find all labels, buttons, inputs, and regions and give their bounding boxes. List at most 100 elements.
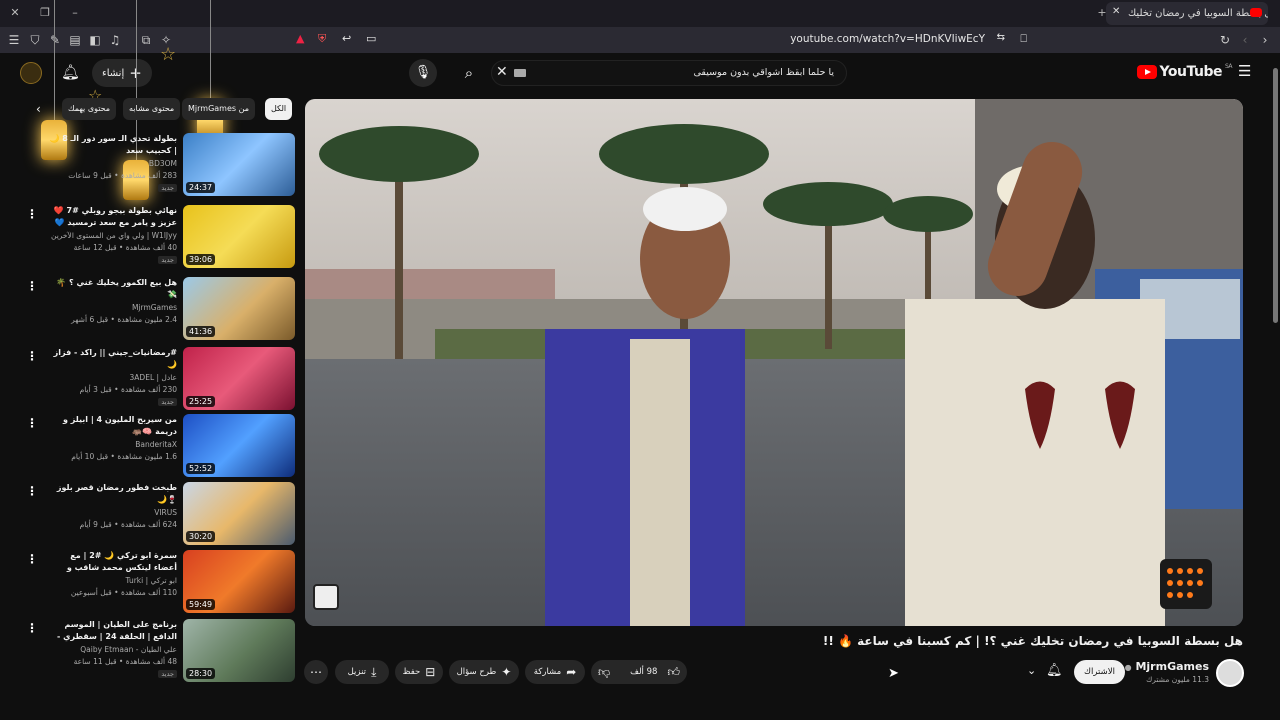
video-thumbnail[interactable]: 52:52 — [183, 414, 295, 477]
subscription-bell-icon[interactable]: 🔔︎ — [1046, 663, 1063, 678]
video-thumbnail[interactable]: 39:06 — [183, 205, 295, 268]
channel-watermark-icon[interactable] — [313, 584, 339, 610]
video-thumbnail[interactable]: 41:36 — [183, 277, 295, 340]
more-options-icon[interactable]: ⋮ — [26, 279, 38, 293]
channel-name[interactable]: VIRUS — [47, 508, 177, 517]
channel-name[interactable]: MjrmGames — [47, 303, 177, 312]
video-title[interactable]: #رمضانيات_جيني || راكد - فزاز 🌙 — [47, 347, 177, 371]
youtube-logo[interactable]: YouTube SA — [1136, 63, 1233, 80]
search-icon[interactable]: ⌕ — [455, 59, 483, 87]
video-title[interactable]: برنامج على الطيان | الموسم الدافع | الحل… — [47, 619, 177, 643]
ask-question-button[interactable]: ✦ طرح سؤال — [449, 660, 519, 684]
share-label: مشاركة — [533, 667, 562, 677]
close-window-icon[interactable]: ✕ — [8, 6, 22, 20]
bookmark-icon[interactable]: ⎕ — [1020, 32, 1027, 46]
site-settings-icon[interactable]: ⇆ — [997, 32, 1005, 43]
menu-icon[interactable]: ☰ — [6, 32, 22, 48]
list-item[interactable]: 24:37 بطولة تحدي الـ سور دور الـ 8 🌙 | ك… — [40, 133, 295, 197]
video-thumbnail[interactable]: 59:49 — [183, 550, 295, 613]
video-thumbnail[interactable]: 25:25 — [183, 347, 295, 410]
chip-related[interactable]: محتوى يهمك — [62, 98, 117, 120]
chips-left-arrow-icon[interactable]: ‹ — [36, 102, 41, 116]
share-page-icon[interactable]: ↩ — [342, 32, 351, 45]
video-title[interactable]: هل بيع الكمور يخليك غني ؟ 🌴💸 — [47, 277, 177, 301]
more-options-icon[interactable]: ⋮ — [26, 416, 38, 430]
video-title[interactable]: سمرة ابو تركي 🌙 #2 | مع أعضاء ليتكس محمد… — [47, 550, 177, 574]
list-item[interactable]: ⋮ 41:36 هل بيع الكمور يخليك غني ؟ 🌴💸 Mjr… — [26, 277, 295, 341]
shield-icon[interactable]: ⛉ — [27, 32, 43, 48]
video-frame — [305, 99, 1243, 626]
tabs-icon[interactable]: ▤ — [67, 32, 83, 48]
address-bar[interactable]: ▲ ⛨ ↩ ▭ youtube.com/watch?v=HDnKVIiwEcY … — [290, 30, 1035, 50]
cast-icon[interactable]: ▭ — [366, 32, 376, 45]
account-avatar[interactable] — [20, 62, 42, 84]
music-icon[interactable]: ♫ — [107, 32, 123, 48]
reload-icon[interactable]: ↻ — [1217, 32, 1233, 48]
hamburger-menu-icon[interactable]: ☰ — [1238, 62, 1251, 80]
back-icon[interactable]: › — [1257, 32, 1273, 48]
subscribe-button[interactable]: الاشتراك — [1074, 660, 1125, 684]
browser-tab-bar: ✕ ❐ – + هل بسطة السوبيا في رمضان تخليك ✕ — [0, 0, 1280, 27]
channel-name[interactable]: BD3OM — [47, 159, 177, 168]
forward-icon[interactable]: ‹ — [1237, 32, 1253, 48]
more-options-icon[interactable]: ⋮ — [26, 484, 38, 498]
new-badge: جديد — [158, 398, 177, 406]
new-badge: جديد — [158, 670, 177, 678]
channel-name[interactable]: علي الطيان - Qaiby Etmaan — [47, 645, 177, 654]
list-item[interactable]: ⋮ 28:30 برنامج على الطيان | الموسم الداف… — [26, 619, 295, 683]
keyboard-icon[interactable] — [514, 69, 526, 77]
dislike-icon[interactable]: 👎︎ — [598, 665, 610, 680]
video-title[interactable]: طبخت فطور رمضان قصر بلوز 🍷🌙 — [47, 482, 177, 506]
video-thumbnail[interactable]: 28:30 — [183, 619, 295, 682]
channel-name[interactable]: ● MjrmGames — [1125, 660, 1209, 673]
scrollbar-thumb[interactable] — [1273, 68, 1278, 323]
more-actions-icon[interactable]: ⋯ — [304, 660, 328, 684]
list-item[interactable]: ⋮ 39:06 نهائي بطولة بيجو روبلي #7 ❤️ عزي… — [26, 205, 295, 269]
list-item[interactable]: ⋮ 30:20 طبخت فطور رمضان قصر بلوز 🍷🌙 VIRU… — [26, 482, 295, 546]
more-options-icon[interactable]: ⋮ — [26, 349, 38, 363]
video-thumbnail[interactable]: 24:37 — [183, 133, 295, 196]
search-input[interactable]: ✕ يا حلما ابقظ اشواقي بدون موسيقى — [491, 60, 847, 86]
chip-all[interactable]: الكل — [265, 98, 293, 120]
channel-name[interactable]: ابو تركي | Turki — [47, 576, 178, 585]
create-button[interactable]: إنشاء + — [92, 59, 152, 87]
video-thumbnail[interactable]: 30:20 — [183, 482, 295, 545]
more-options-icon[interactable]: ⋮ — [26, 552, 38, 566]
channel-name[interactable]: عادل | 3ADEL — [47, 373, 177, 382]
video-title[interactable]: من سيربح المليون 4 | ابيلز و دريمة 🧠🦛 — [47, 414, 177, 438]
pen-icon[interactable]: ✎ — [47, 32, 63, 48]
new-badge: جديد — [158, 184, 177, 192]
video-title[interactable]: نهائي بطولة بيجو روبلي #7 ❤️ عزيز و يامر… — [47, 205, 177, 229]
list-item[interactable]: ⋮ 52:52 من سيربح المليون 4 | ابيلز و دري… — [26, 414, 295, 478]
voice-search-icon[interactable]: 🎙︎ — [409, 59, 437, 87]
youtube-favicon-icon — [1250, 8, 1262, 17]
chevron-down-icon[interactable]: ⌄ — [1027, 664, 1036, 677]
close-tab-icon[interactable]: ✕ — [1112, 6, 1120, 17]
chip-from-channel[interactable]: من MjrmGames — [182, 98, 255, 120]
restore-window-icon[interactable]: ❐ — [38, 6, 52, 20]
like-icon[interactable]: 👍︎ — [667, 665, 680, 680]
minimize-window-icon[interactable]: – — [68, 6, 82, 20]
channel-name[interactable]: W1lJyy | ولي واي من المستوى الآخرين — [47, 231, 177, 240]
chip-similar[interactable]: محتوى مشابه — [123, 98, 181, 120]
channel-name[interactable]: BanderitaX — [47, 440, 177, 449]
list-item[interactable]: ⋮ 59:49 سمرة ابو تركي 🌙 #2 | مع أعضاء لي… — [26, 550, 295, 614]
list-item[interactable]: ⋮ 25:25 #رمضانيات_جيني || راكد - فزاز 🌙 … — [26, 347, 295, 411]
download-button[interactable]: ⤓ تنزيل — [335, 660, 389, 684]
share-button[interactable]: ➦ مشاركة — [525, 660, 585, 684]
sidebar-icon[interactable]: ◧ — [87, 32, 103, 48]
video-meta: 230 ألف مشاهدة • قبل 3 أيام — [79, 385, 177, 394]
video-title[interactable]: بطولة تحدي الـ سور دور الـ 8 🌙 | كحبيب س… — [47, 133, 177, 157]
notifications-bell-icon[interactable]: 🔔︎ — [61, 63, 80, 81]
brave-rewards-icon[interactable]: ▲ — [296, 32, 304, 45]
clear-search-icon[interactable]: ✕ — [496, 64, 508, 80]
brave-shield-icon[interactable]: ⛨ — [318, 32, 326, 46]
browser-tab[interactable]: هل بسطة السوبيا في رمضان تخليك ✕ — [1106, 2, 1268, 25]
screenshot-icon[interactable]: ⧉ — [138, 32, 154, 48]
more-options-icon[interactable]: ⋮ — [26, 207, 38, 221]
save-button[interactable]: ⊟ حفظ — [395, 660, 443, 684]
more-options-icon[interactable]: ⋮ — [26, 621, 38, 635]
channel-avatar[interactable] — [1216, 659, 1244, 687]
like-count[interactable]: 98 ألف — [630, 667, 657, 677]
video-player[interactable] — [305, 99, 1243, 626]
